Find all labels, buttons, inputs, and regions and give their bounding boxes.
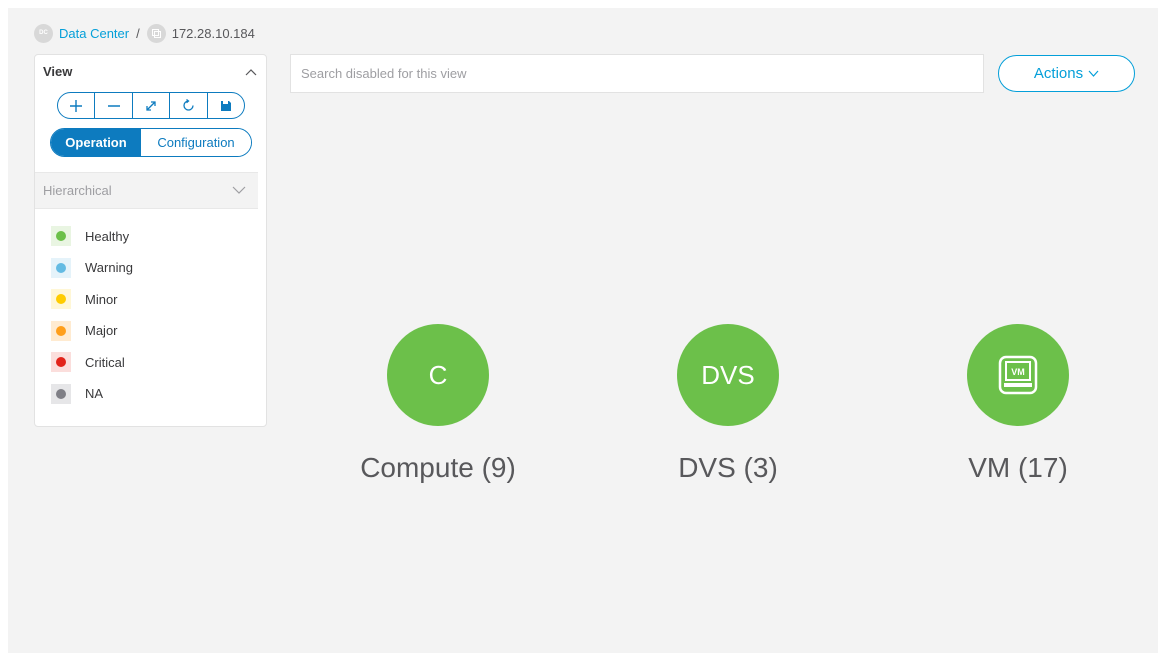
status-swatch	[51, 289, 71, 310]
vm-node[interactable]: VM VM (17)	[908, 324, 1128, 484]
status-swatch	[51, 352, 71, 373]
status-swatch	[51, 383, 71, 404]
legend-item-minor: Minor	[51, 289, 133, 310]
zoom-toolbar	[57, 92, 245, 119]
search-input[interactable]	[291, 55, 931, 92]
refresh-icon	[183, 99, 194, 111]
breadcrumb-current: 172.28.10.184	[171, 25, 255, 41]
status-swatch	[51, 257, 71, 278]
chevron-up-icon	[245, 69, 257, 76]
breadcrumb: DC Data Center / 172.28.10.184	[34, 22, 255, 44]
view-panel-title: View	[43, 64, 73, 79]
view-panel: View Operation Configuration Hierarchica…	[34, 54, 267, 427]
data-center-icon: DC	[34, 23, 53, 43]
legend-label: Healthy	[85, 228, 130, 244]
zoom-in-button[interactable]	[58, 93, 96, 118]
compute-node-label: Compute (9)	[360, 452, 516, 483]
vm-icon-text: VM	[1011, 367, 1025, 377]
vm-icon: VM	[998, 355, 1038, 395]
refresh-button[interactable]	[170, 93, 208, 118]
legend-item-major: Major	[51, 320, 133, 341]
chevron-down-icon	[1088, 70, 1099, 77]
status-dot-icon	[56, 388, 66, 399]
configuration-tab[interactable]: Configuration	[141, 129, 251, 156]
legend-item-healthy: Healthy	[51, 226, 133, 246]
dvs-node[interactable]: DVS DVS (3)	[618, 324, 838, 484]
health-legend: Healthy Warning Minor Major Critical NA	[51, 226, 133, 416]
status-dot-icon	[56, 357, 66, 368]
mode-switch: Operation Configuration	[50, 128, 252, 157]
fit-to-screen-icon	[146, 100, 156, 111]
save-icon	[220, 100, 231, 111]
legend-item-critical: Critical	[51, 352, 133, 373]
status-dot-icon	[56, 294, 66, 305]
legend-label: Minor	[85, 291, 118, 307]
layout-select-value: Hierarchical	[43, 183, 112, 198]
dvs-node-icon: DVS	[677, 324, 779, 426]
compute-glyph: C	[428, 359, 448, 390]
collapse-button[interactable]	[244, 65, 258, 79]
actions-label: Actions	[1033, 65, 1084, 82]
status-dot-icon	[56, 262, 66, 273]
status-swatch	[51, 320, 71, 341]
compute-node[interactable]: C Compute (9)	[328, 324, 548, 484]
host-icon	[146, 23, 166, 43]
dvs-glyph: DVS	[701, 359, 755, 390]
legend-item-warning: Warning	[51, 257, 133, 278]
zoom-out-icon	[107, 104, 120, 107]
breadcrumb-separator: /	[136, 25, 140, 41]
operation-tab[interactable]: Operation	[51, 129, 141, 156]
vm-node-label: VM (17)	[968, 452, 1068, 483]
zoom-in-icon	[70, 99, 83, 112]
legend-label: Critical	[85, 354, 125, 370]
dvs-node-label: DVS (3)	[678, 452, 778, 483]
fit-to-screen-button[interactable]	[133, 93, 171, 118]
status-swatch	[51, 226, 71, 246]
topology-view: DC Data Center / 172.28.10.184 View Oper…	[8, 8, 1158, 653]
chevron-down-icon	[232, 186, 246, 194]
actions-button[interactable]: Actions	[998, 55, 1135, 92]
vm-node-icon: VM	[967, 324, 1069, 426]
layout-select[interactable]: Hierarchical	[35, 172, 258, 209]
legend-item-na: NA	[51, 383, 133, 404]
breadcrumb-data-center-link[interactable]: Data Center	[59, 26, 129, 41]
search-box	[290, 54, 984, 93]
status-dot-icon	[56, 231, 66, 241]
compute-node-icon: C	[387, 324, 489, 426]
legend-label: Warning	[85, 260, 133, 276]
legend-label: NA	[85, 386, 104, 402]
status-dot-icon	[56, 325, 66, 336]
legend-label: Major	[85, 323, 118, 339]
zoom-out-button[interactable]	[95, 93, 133, 118]
save-button[interactable]	[208, 93, 244, 118]
